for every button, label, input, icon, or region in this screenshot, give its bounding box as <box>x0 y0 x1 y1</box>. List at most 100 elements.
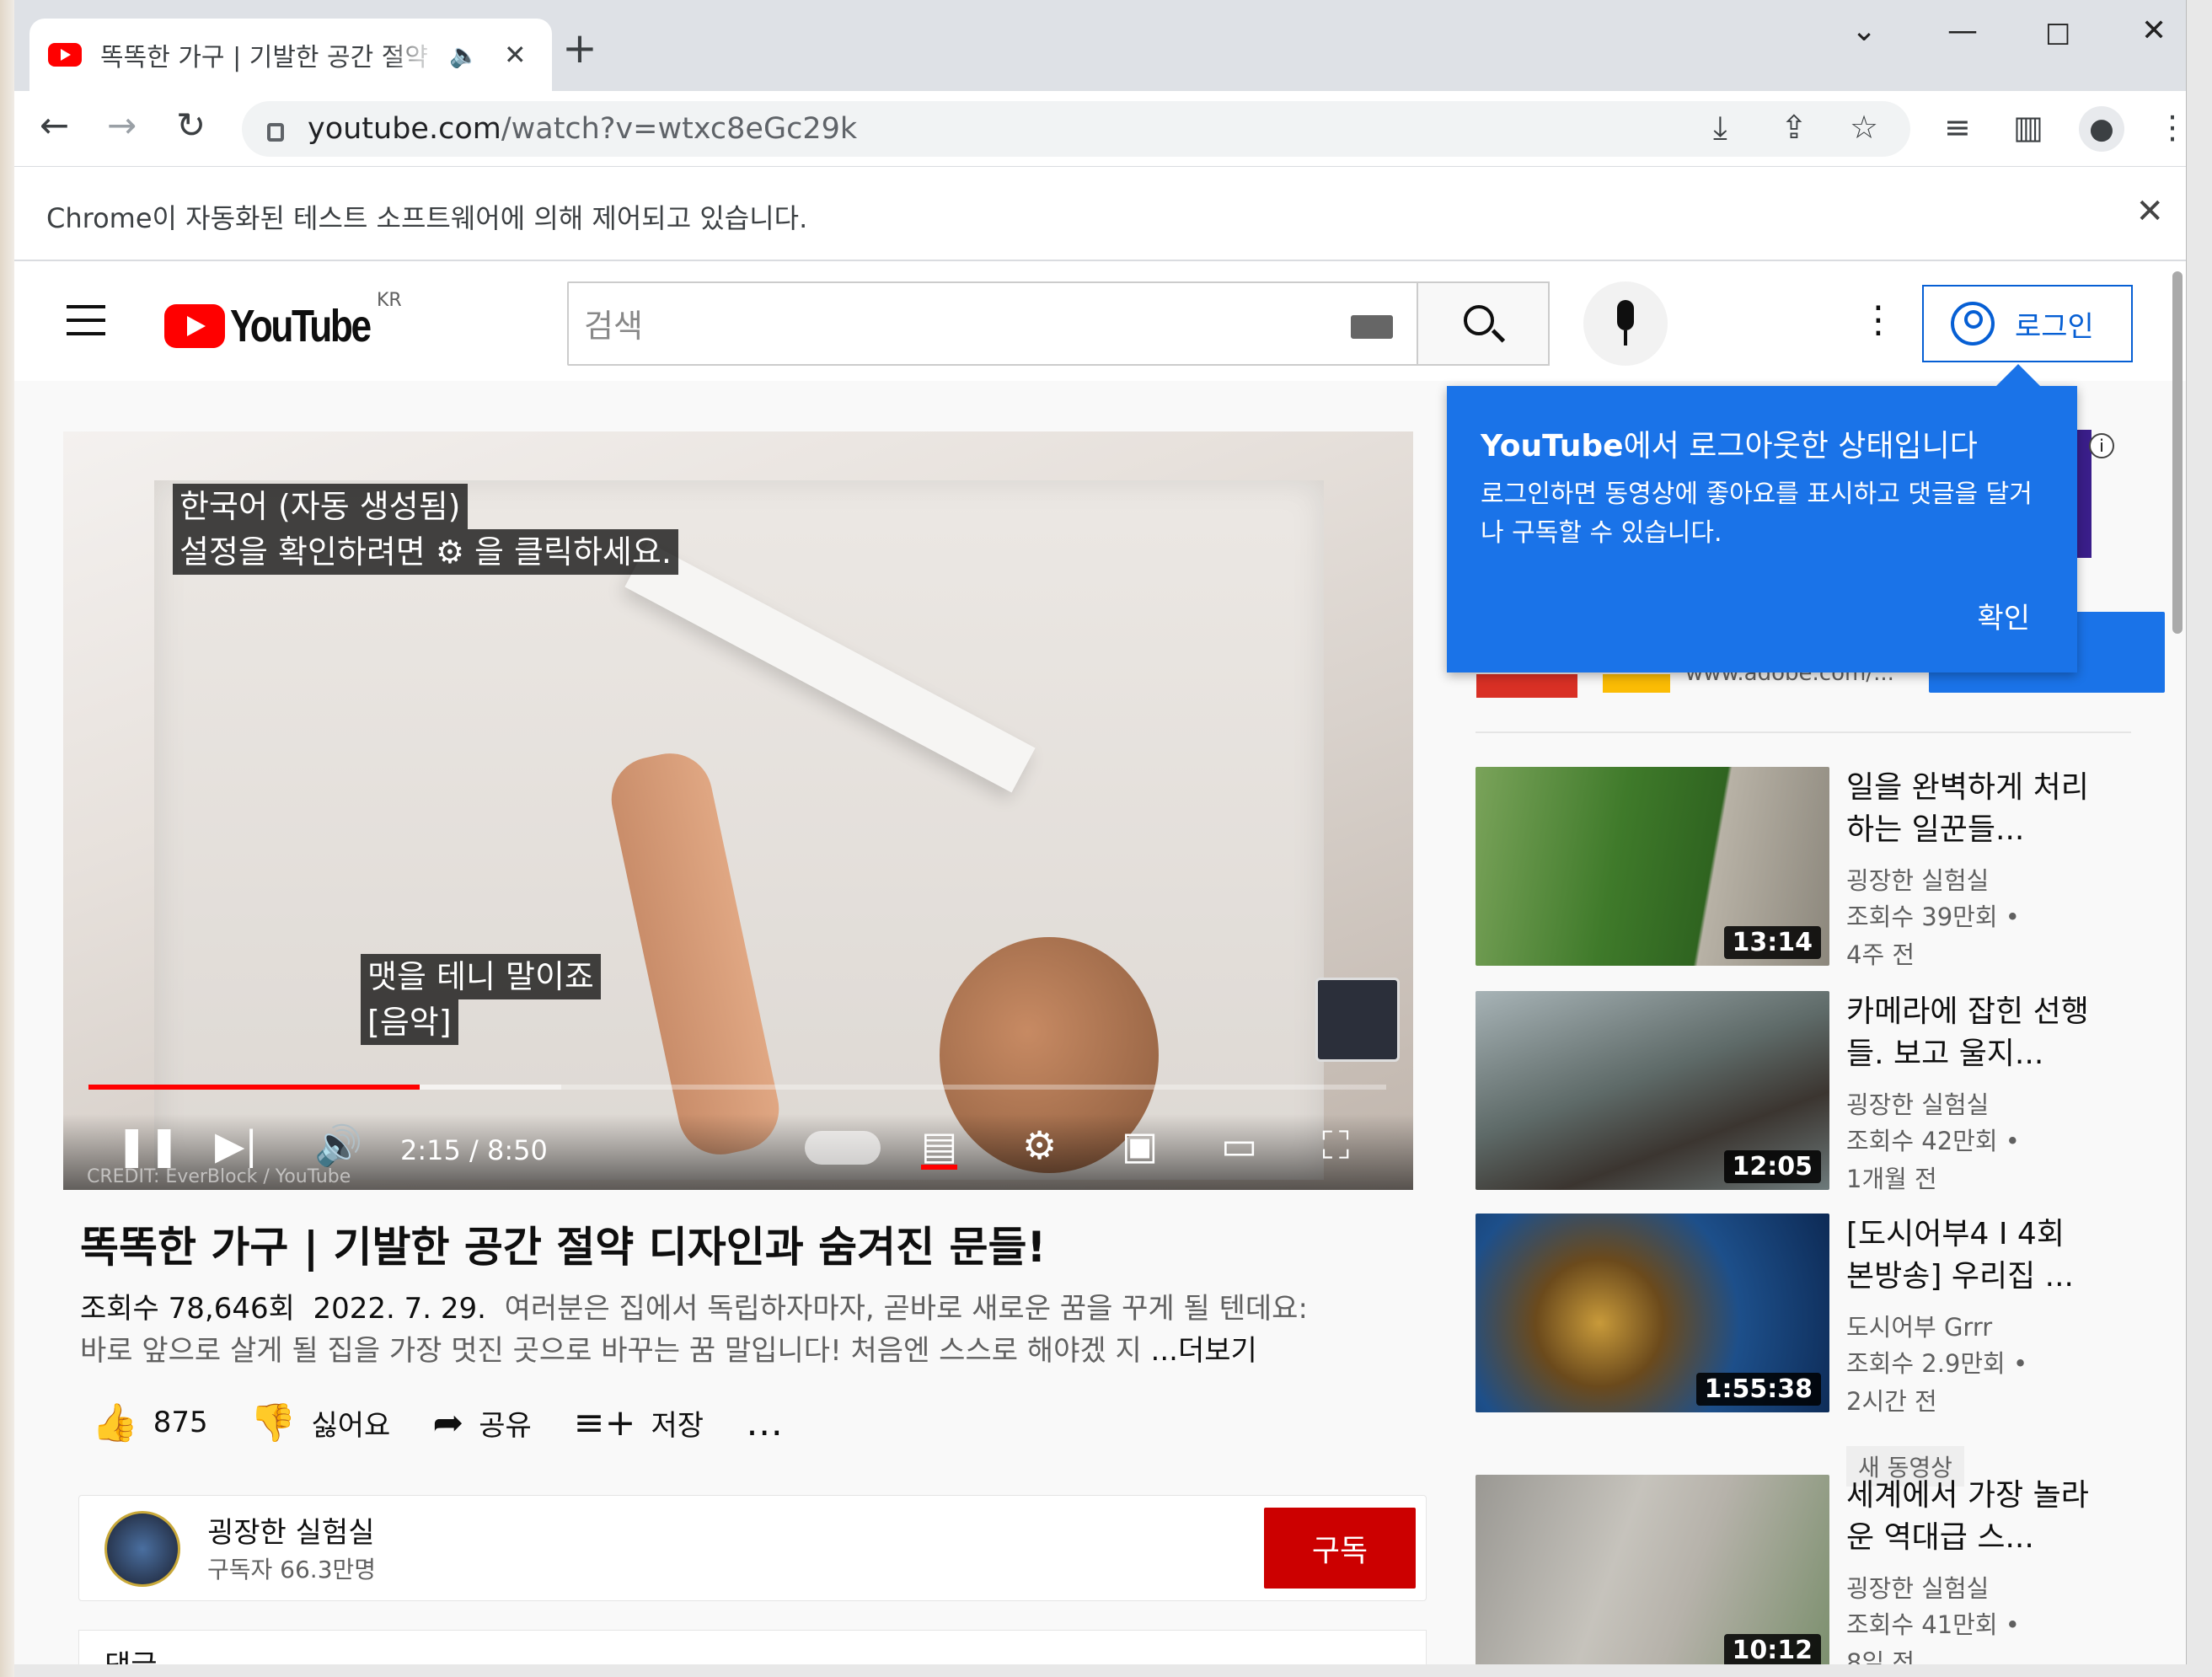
page-scrollbar[interactable] <box>2172 271 2183 634</box>
related-video[interactable]: 12:05 카메라에 잡힌 선행들. 보고 울지... 굉장한 실험실 조회수 … <box>1476 991 2150 1193</box>
keyboard-icon[interactable] <box>1351 315 1393 339</box>
maximize-button[interactable]: ☐ <box>2045 19 2070 52</box>
subtitle-line-1: 맷을 테니 말이죠 <box>361 954 601 999</box>
youtube-logo[interactable]: YouTube KR <box>164 290 402 352</box>
save-button[interactable]: ≡+ 저장 <box>574 1401 704 1444</box>
close-window-button[interactable]: ✕ <box>2141 13 2166 48</box>
channel-name[interactable]: 굉장한 실험실 <box>207 1509 375 1551</box>
share-button[interactable]: ➦ 공유 <box>432 1401 531 1444</box>
youtube-play-icon <box>164 304 225 348</box>
upload-date: 2022. 7. 29. <box>313 1292 486 1326</box>
dislike-label: 싫어요 <box>311 1408 391 1443</box>
related-title[interactable]: 일을 완벽하게 처리하는 일꾼들... <box>1846 767 2099 851</box>
settings-kebab-icon[interactable]: ⋮ <box>1860 302 1897 339</box>
autoplay-toggle[interactable] <box>805 1131 881 1165</box>
video-thumbnail[interactable]: 12:05 <box>1476 991 1829 1190</box>
address-bar[interactable]: youtube.com/watch?v=wtxc8eGc29k <box>242 101 1910 157</box>
popup-heading: YouTube에서 로그아웃한 상태입니다 <box>1481 421 1978 465</box>
audio-playing-icon[interactable]: 🔈 <box>449 41 479 69</box>
subscriber-count: 구독자 66.3만명 <box>207 1556 377 1583</box>
reload-icon[interactable]: ↻ <box>176 108 206 143</box>
search-input[interactable]: 검색 <box>567 281 1418 366</box>
account-circle-icon <box>1951 302 1995 346</box>
played-bar <box>88 1085 420 1090</box>
share-icon[interactable]: ⇪ <box>1781 111 1808 143</box>
theater-mode-icon[interactable]: ▭ <box>1221 1126 1257 1165</box>
chrome-menu-icon[interactable]: ⋮ <box>2156 111 2186 143</box>
subtitle-line-2: [음악] <box>361 999 458 1045</box>
close-infobar-icon[interactable]: ✕ <box>2135 192 2164 231</box>
related-views: 조회수 2.9만회 • 2시간 전 <box>1846 1349 2028 1416</box>
miniplayer-icon[interactable]: ▣ <box>1122 1126 1158 1165</box>
more-actions-button[interactable]: … <box>746 1401 798 1444</box>
hamburger-menu-icon[interactable] <box>67 305 105 346</box>
video-player[interactable]: 한국어 (자동 생성됨) 설정을 확인하려면 ⚙ 을 클릭하세요. 맷을 테니 … <box>63 431 1413 1190</box>
share-label: 공유 <box>479 1408 532 1443</box>
related-video[interactable]: 13:14 일을 완벽하게 처리하는 일꾼들... 굉장한 실험실 조회수 39… <box>1476 767 2150 969</box>
minimize-button[interactable]: — <box>1947 13 1978 48</box>
settings-gear-icon[interactable]: ⚙ <box>1022 1126 1057 1165</box>
automation-infobar: Chrome이 자동화된 테스트 소프트웨어에 의해 제어되고 있습니다. ✕ <box>14 167 2186 261</box>
lock-icon[interactable] <box>267 123 284 142</box>
related-channel[interactable]: 굉장한 실험실 <box>1846 861 1989 897</box>
close-tab-icon[interactable]: ✕ <box>504 39 527 71</box>
related-channel[interactable]: 굉장한 실험실 <box>1846 1085 1989 1121</box>
tab-search-icon[interactable]: ⌄ <box>1851 13 1877 48</box>
new-tab-button[interactable]: + <box>562 27 597 69</box>
share-arrow-icon: ➦ <box>432 1401 464 1444</box>
video-description[interactable]: 조회수 78,646회 2022. 7. 29. 여러분은 집에서 독립하자마자… <box>80 1288 1395 1372</box>
video-thumbnail[interactable]: 13:14 <box>1476 767 1829 966</box>
progress-bar[interactable] <box>88 1085 1386 1090</box>
ad-info-icon[interactable]: i <box>2089 433 2114 458</box>
popup-heading-text: 에서 로그아웃한 상태입니다 <box>1623 429 1978 463</box>
subtitles-icon[interactable]: ▤ <box>921 1126 958 1170</box>
subscribe-button[interactable]: 구독 <box>1264 1508 1416 1589</box>
duration-badge: 12:05 <box>1723 1150 1821 1183</box>
video-thumbnail[interactable]: 10:12 <box>1476 1475 1829 1664</box>
channel-avatar[interactable] <box>104 1511 180 1587</box>
media-control-icon[interactable]: ≡ <box>1944 111 1971 143</box>
video-thumbnail[interactable]: 1:55:38 <box>1476 1214 1829 1412</box>
voice-search-button[interactable] <box>1583 281 1668 366</box>
install-app-icon[interactable]: ⤓ <box>1713 111 1727 143</box>
related-video[interactable]: 1:55:38 [도시어부4 I 4회 본방송] 우리집 ... 도시어부 Gr… <box>1476 1214 2150 1487</box>
related-title[interactable]: [도시어부4 I 4회 본방송] 우리집 ... <box>1846 1214 2099 1298</box>
like-button[interactable]: 👍 875 <box>92 1401 208 1444</box>
channel-watermark[interactable] <box>1315 978 1400 1062</box>
forward-arrow-icon[interactable]: → <box>107 108 137 143</box>
caption-language: 한국어 (자동 생성됨) <box>173 484 468 529</box>
related-title[interactable]: 카메라에 잡힌 선행들. 보고 울지... <box>1846 991 2099 1075</box>
related-video[interactable]: 10:12 세계에서 가장 놀라운 역대급 스... 굉장한 실험실 조회수 4… <box>1476 1475 2150 1664</box>
login-button[interactable]: 로그인 <box>1922 285 2133 362</box>
player-controls: ❚❚ ▶| 🔊 2:15 / 8:50 ▤ ⚙ ▣ ▭ ⛶ CREDIT: Ev… <box>63 1114 1413 1190</box>
popup-body: 로그인하면 동영상에 좋아요를 표시하고 댓글을 달거나 구독할 수 있습니다. <box>1481 480 2033 548</box>
profile-avatar[interactable]: ● <box>2079 106 2124 152</box>
volume-icon[interactable]: 🔊 <box>314 1126 362 1165</box>
related-views: 조회수 41만회 • 8일 전 <box>1846 1610 2020 1664</box>
active-tab[interactable]: 똑똑한 가구 | 기발한 공간 절약 디자인과 숨겨진 문들! 🔈 ✕ <box>29 19 552 91</box>
desktop-background <box>0 0 14 1677</box>
related-channel[interactable]: 굉장한 실험실 <box>1846 1569 1989 1605</box>
dislike-button[interactable]: 👎 싫어요 <box>250 1401 391 1444</box>
search-placeholder: 검색 <box>584 308 643 345</box>
comments-header: 댓글 <box>78 1630 1427 1664</box>
show-more-link[interactable]: ...더보기 <box>1151 1334 1257 1368</box>
tab-strip: 똑똑한 가구 | 기발한 공간 절약 디자인과 숨겨진 문들! 🔈 ✕ + ⌄ … <box>14 0 2186 91</box>
duration-badge: 1:55:38 <box>1695 1373 1821 1406</box>
pause-icon[interactable]: ❚❚ <box>115 1126 180 1165</box>
popup-ok-button[interactable]: 확인 <box>1977 595 2030 636</box>
side-panel-icon[interactable]: ▥ <box>2013 111 2043 143</box>
next-icon[interactable]: ▶| <box>215 1126 258 1165</box>
duration-badge: 13:14 <box>1723 926 1821 959</box>
login-label: 로그인 <box>2015 309 2094 344</box>
automation-message: Chrome이 자동화된 테스트 소프트웨어에 의해 제어되고 있습니다. <box>46 202 808 234</box>
credit-text: CREDIT: EverBlock / YouTube <box>87 1166 351 1187</box>
time-display: 2:15 / 8:50 <box>400 1134 548 1166</box>
thumbs-down-icon: 👎 <box>249 1401 297 1444</box>
back-arrow-icon[interactable]: ← <box>40 108 69 143</box>
related-channel[interactable]: 도시어부 Grrr <box>1846 1308 1992 1343</box>
fullscreen-icon[interactable]: ⛶ <box>1322 1126 1349 1165</box>
search-button[interactable] <box>1417 281 1550 366</box>
related-title[interactable]: 세계에서 가장 놀라운 역대급 스... <box>1846 1475 2099 1559</box>
bookmark-star-icon[interactable]: ☆ <box>1850 111 1878 143</box>
